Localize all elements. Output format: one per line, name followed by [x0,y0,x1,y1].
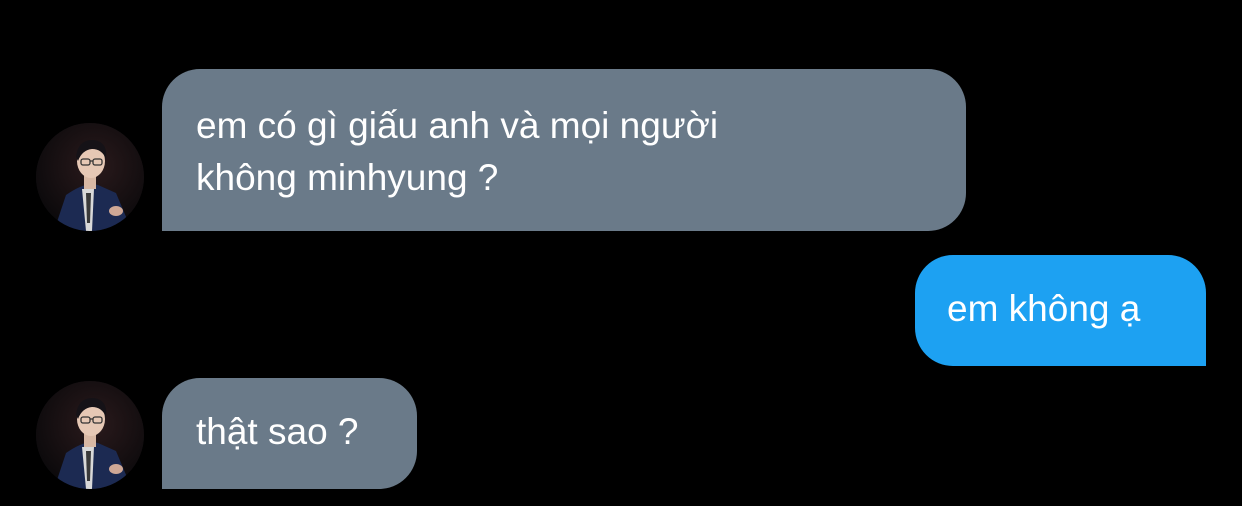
profile-photo-icon [36,123,144,231]
outgoing-message-bubble[interactable]: em không ạ [915,255,1206,366]
incoming-message-bubble[interactable]: em có gì giấu anh và mọi người không min… [162,69,966,231]
contact-avatar[interactable] [36,381,144,489]
profile-photo-icon [36,381,144,489]
incoming-message-bubble[interactable]: thật sao ? [162,378,417,489]
contact-avatar[interactable] [36,123,144,231]
chat-thread: em có gì giấu anh và mọi người không min… [0,0,1242,506]
